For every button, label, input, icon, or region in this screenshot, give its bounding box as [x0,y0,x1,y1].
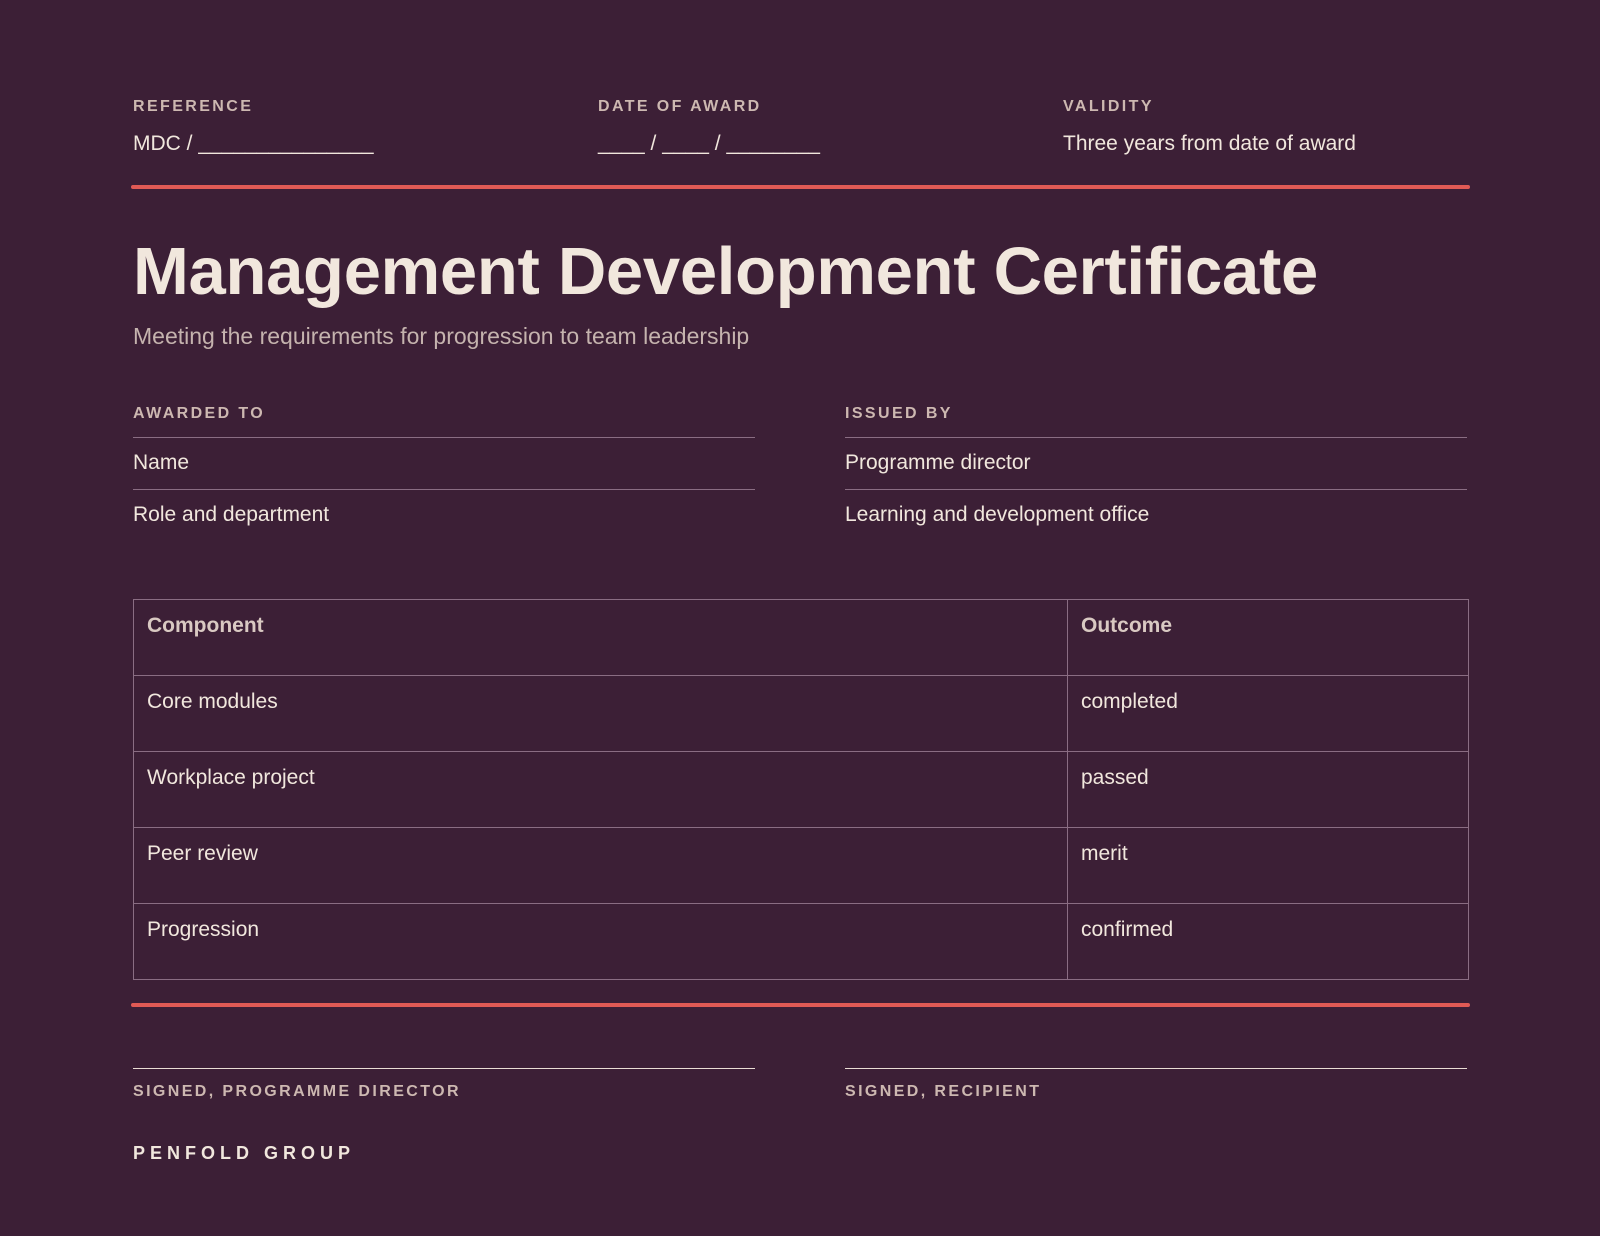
issued-by-label: ISSUED BY [845,405,953,422]
signature-label-director: SIGNED, PROGRAMME DIRECTOR [133,1083,461,1100]
component-cell: Progression [133,903,1068,980]
awarded-to-label: AWARDED TO [133,405,266,422]
issuer-title-line: Programme director [845,437,1467,489]
column-header-outcome: Outcome [1067,599,1469,676]
date-of-award-label: DATE OF AWARD [598,98,762,115]
recipient-role-line: Role and department [133,489,755,541]
validity-value: Three years from date of award [1063,132,1356,155]
reference-label: REFERENCE [133,98,254,115]
recipient-name-line: Name [133,437,755,489]
table-row: Peer review merit [133,827,1469,904]
outcome-cell: completed [1067,675,1469,752]
accent-divider-top [131,185,1470,189]
table-row: Progression confirmed [133,903,1469,980]
accent-divider-bottom [131,1003,1470,1007]
signature-label-recipient: SIGNED, RECIPIENT [845,1083,1042,1100]
component-cell: Peer review [133,827,1068,904]
table-row: Core modules completed [133,675,1469,752]
validity-block: VALIDITY Three years from date of award [1063,98,1356,157]
column-header-component: Component [133,599,1068,676]
certificate-subtitle: Meeting the requirements for progression… [133,323,750,349]
certificate-title: Management Development Certificate [133,234,1318,309]
component-cell: Workplace project [133,751,1068,828]
signature-line-recipient: SIGNED, RECIPIENT [845,1068,1467,1101]
reference-value: MDC / _______________ [133,132,374,155]
date-of-award-value: ____ / ____ / ________ [598,132,820,155]
issuer-office-line: Learning and development office [845,489,1467,541]
table-header-row: Component Outcome [133,599,1469,676]
outcome-cell: merit [1067,827,1469,904]
certificate-meta: REFERENCE MDC / _______________ DATE OF … [133,98,1468,158]
organisation-name: PENFOLD GROUP [133,1143,356,1163]
awarded-to-block: AWARDED TO Name Role and department [133,405,755,541]
outcome-cell: confirmed [1067,903,1469,980]
certificate-page: REFERENCE MDC / _______________ DATE OF … [131,0,1470,1236]
component-cell: Core modules [133,675,1068,752]
date-of-award-block: DATE OF AWARD ____ / ____ / ________ [598,98,820,157]
signature-line-director: SIGNED, PROGRAMME DIRECTOR [133,1068,755,1101]
outcome-cell: passed [1067,751,1469,828]
issued-by-block: ISSUED BY Programme director Learning an… [845,405,1467,541]
reference-block: REFERENCE MDC / _______________ [133,98,374,157]
table-row: Workplace project passed [133,751,1469,828]
validity-label: VALIDITY [1063,98,1154,115]
outcomes-table: Component Outcome Core modules completed… [133,599,1469,980]
